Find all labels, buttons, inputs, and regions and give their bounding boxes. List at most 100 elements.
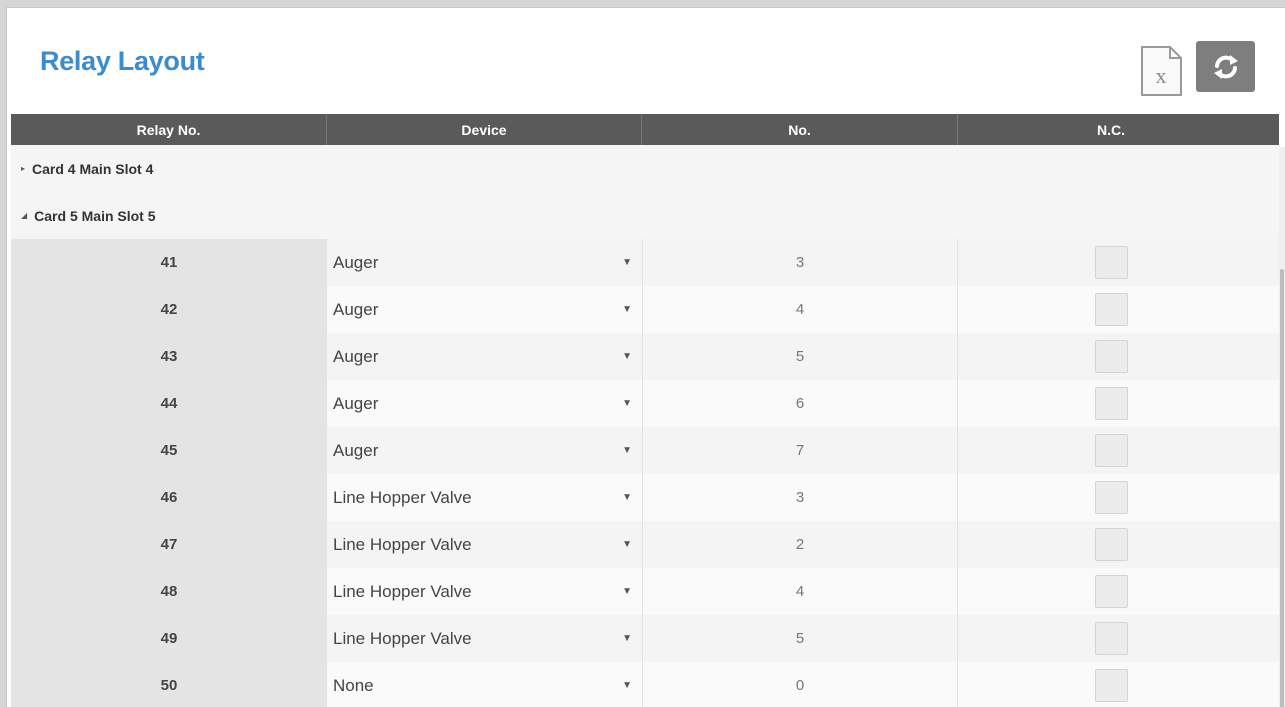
group-card-5[interactable]: ◢ Card 5 Main Slot 5 bbox=[11, 192, 1279, 239]
device-value: Auger bbox=[333, 252, 379, 272]
page-title: Relay Layout bbox=[40, 46, 205, 76]
group-label: Card 5 Main Slot 5 bbox=[34, 207, 156, 224]
dropdown-caret-icon: ▼ bbox=[622, 445, 632, 456]
table-row: 43 Auger ▼ 5 bbox=[11, 333, 1279, 380]
table-row: 49 Line Hopper Valve ▼ 5 bbox=[11, 615, 1279, 662]
column-header-nc: N.C. bbox=[1097, 121, 1125, 138]
nc-checkbox[interactable] bbox=[1094, 622, 1128, 655]
collapse-arrow-icon: ◢ bbox=[21, 211, 28, 220]
table-header: Relay No. Device No. N.C. bbox=[11, 114, 1279, 145]
refresh-icon bbox=[1213, 54, 1238, 79]
device-select[interactable]: Auger ▼ bbox=[327, 286, 642, 333]
dropdown-caret-icon: ▼ bbox=[622, 257, 632, 268]
device-value: None bbox=[333, 675, 374, 695]
device-number[interactable]: 5 bbox=[642, 333, 958, 380]
nc-checkbox[interactable] bbox=[1094, 481, 1128, 514]
device-number[interactable]: 4 bbox=[642, 286, 958, 333]
table-row: 47 Line Hopper Valve ▼ 2 bbox=[11, 521, 1279, 568]
dropdown-caret-icon: ▼ bbox=[622, 304, 632, 315]
nc-checkbox[interactable] bbox=[1094, 293, 1128, 326]
table-row: 45 Auger ▼ 7 bbox=[11, 427, 1279, 474]
device-number[interactable]: 5 bbox=[642, 615, 958, 662]
table-row: 44 Auger ▼ 6 bbox=[11, 380, 1279, 427]
device-number[interactable]: 0 bbox=[642, 662, 958, 707]
relay-number: 50 bbox=[11, 662, 327, 707]
relay-number: 41 bbox=[11, 239, 327, 286]
device-select[interactable]: Line Hopper Valve ▼ bbox=[327, 615, 642, 662]
device-select[interactable]: Line Hopper Valve ▼ bbox=[327, 568, 642, 615]
relay-layout-panel: Relay Layout x Relay No. Device No. N.C. bbox=[6, 7, 1285, 707]
column-header-relay-no: Relay No. bbox=[11, 114, 327, 145]
group-label: Card 4 Main Slot 4 bbox=[32, 160, 154, 177]
device-select[interactable]: Auger ▼ bbox=[327, 239, 642, 286]
dropdown-caret-icon: ▼ bbox=[622, 586, 632, 597]
device-value: Line Hopper Valve bbox=[333, 581, 472, 601]
relay-number: 43 bbox=[11, 333, 327, 380]
device-value: Auger bbox=[333, 440, 379, 460]
nc-checkbox[interactable] bbox=[1094, 340, 1128, 373]
relay-number: 42 bbox=[11, 286, 327, 333]
relay-number: 44 bbox=[11, 380, 327, 427]
dropdown-caret-icon: ▼ bbox=[622, 539, 632, 550]
table-row: 41 Auger ▼ 3 bbox=[11, 239, 1279, 286]
device-select[interactable]: None ▼ bbox=[327, 662, 642, 707]
nc-cell bbox=[958, 615, 1264, 662]
device-select[interactable]: Line Hopper Valve ▼ bbox=[327, 521, 642, 568]
nc-checkbox[interactable] bbox=[1094, 246, 1128, 279]
relay-number: 45 bbox=[11, 427, 327, 474]
vertical-scrollbar[interactable] bbox=[1279, 147, 1285, 707]
column-header-device: Device bbox=[327, 114, 642, 145]
nc-cell bbox=[958, 427, 1264, 474]
device-number[interactable]: 3 bbox=[642, 239, 958, 286]
dropdown-caret-icon: ▼ bbox=[622, 633, 632, 644]
relay-number: 48 bbox=[11, 568, 327, 615]
nc-checkbox[interactable] bbox=[1094, 434, 1128, 467]
device-number[interactable]: 3 bbox=[642, 474, 958, 521]
relay-rows: 41 Auger ▼ 3 42 Auger ▼ 4 43 Auger ▼ 5 44 A… bbox=[11, 239, 1279, 707]
refresh-button[interactable] bbox=[1196, 41, 1255, 92]
device-value: Auger bbox=[333, 299, 379, 319]
device-select[interactable]: Auger ▼ bbox=[327, 333, 642, 380]
nc-checkbox[interactable] bbox=[1094, 528, 1128, 561]
nc-cell bbox=[958, 568, 1264, 615]
nc-checkbox[interactable] bbox=[1094, 669, 1128, 702]
dropdown-caret-icon: ▼ bbox=[622, 398, 632, 409]
device-select[interactable]: Auger ▼ bbox=[327, 427, 642, 474]
page-header: Relay Layout x bbox=[7, 8, 1285, 114]
table-row: 50 None ▼ 0 bbox=[11, 662, 1279, 707]
relay-number: 49 bbox=[11, 615, 327, 662]
table-row: 42 Auger ▼ 4 bbox=[11, 286, 1279, 333]
column-header-no: No. bbox=[642, 114, 958, 145]
nc-cell bbox=[958, 380, 1264, 427]
device-number[interactable]: 2 bbox=[642, 521, 958, 568]
table-row: 48 Line Hopper Valve ▼ 4 bbox=[11, 568, 1279, 615]
device-select[interactable]: Auger ▼ bbox=[327, 380, 642, 427]
relay-table: Relay No. Device No. N.C. ▸ Card 4 Main … bbox=[11, 114, 1279, 707]
table-row: 46 Line Hopper Valve ▼ 3 bbox=[11, 474, 1279, 521]
dropdown-caret-icon: ▼ bbox=[622, 351, 632, 362]
nc-cell bbox=[958, 662, 1264, 707]
dropdown-caret-icon: ▼ bbox=[622, 492, 632, 503]
device-number[interactable]: 4 bbox=[642, 568, 958, 615]
device-value: Auger bbox=[333, 393, 379, 413]
nc-checkbox[interactable] bbox=[1094, 575, 1128, 608]
nc-cell bbox=[958, 239, 1264, 286]
device-value: Line Hopper Valve bbox=[333, 534, 472, 554]
expand-arrow-icon: ▸ bbox=[21, 164, 26, 173]
nc-cell bbox=[958, 474, 1264, 521]
device-number[interactable]: 6 bbox=[642, 380, 958, 427]
excel-letter: x bbox=[1156, 63, 1167, 88]
nc-cell bbox=[958, 521, 1264, 568]
scrollbar-thumb[interactable] bbox=[1280, 269, 1284, 707]
nc-cell bbox=[958, 333, 1264, 380]
excel-export-icon: x bbox=[1141, 46, 1182, 96]
device-value: Auger bbox=[333, 346, 379, 366]
nc-checkbox[interactable] bbox=[1094, 387, 1128, 420]
excel-export-button[interactable]: x bbox=[1140, 45, 1183, 97]
device-value: Line Hopper Valve bbox=[333, 628, 472, 648]
nc-cell bbox=[958, 286, 1264, 333]
group-card-4[interactable]: ▸ Card 4 Main Slot 4 bbox=[11, 145, 1279, 192]
device-select[interactable]: Line Hopper Valve ▼ bbox=[327, 474, 642, 521]
device-number[interactable]: 7 bbox=[642, 427, 958, 474]
relay-number: 47 bbox=[11, 521, 327, 568]
